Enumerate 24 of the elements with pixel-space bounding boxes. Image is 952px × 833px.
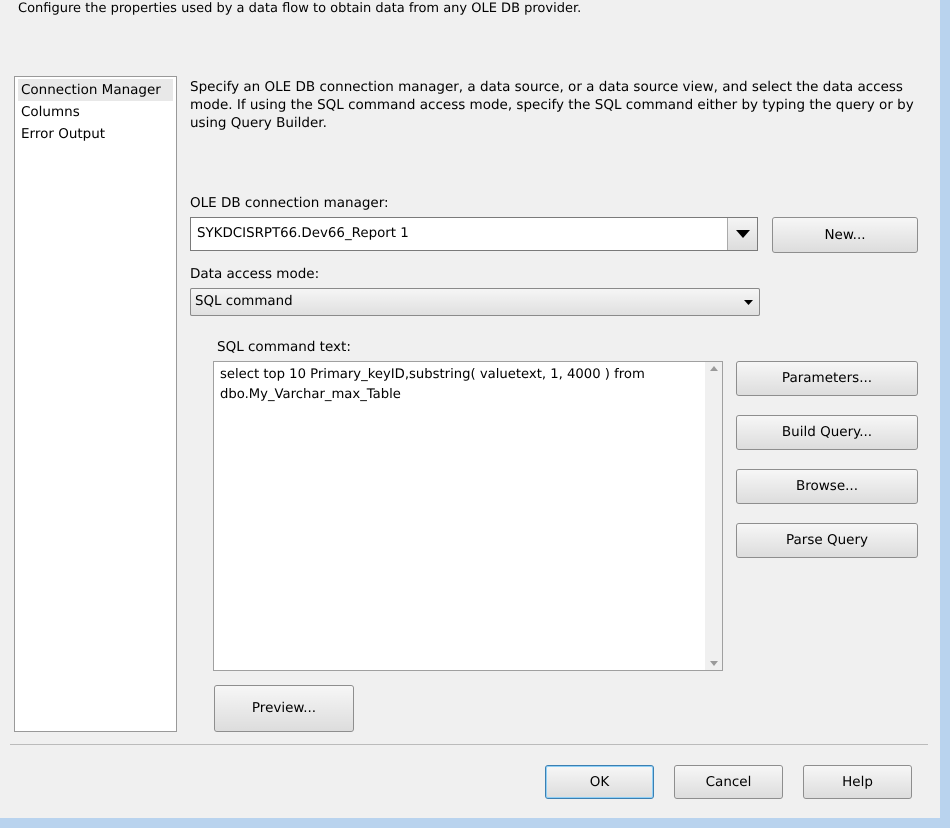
sidebar-item[interactable]: Columns [18, 101, 173, 123]
new-button[interactable]: New... [772, 217, 918, 253]
scroll-up-icon[interactable] [710, 366, 718, 371]
dropdown-arrow-icon [744, 300, 753, 304]
dialog-button[interactable]: Cancel [674, 765, 783, 799]
field-label: OLE DB connection manager: [190, 194, 390, 212]
dialog-description: Configure the properties used by a data flow to obtain data from any OLE DB provider. [18, 0, 582, 18]
sql-action-button[interactable]: Parse Query [736, 523, 918, 558]
field-label: Data access mode: [190, 265, 320, 283]
dialog-button[interactable]: Help [803, 765, 912, 799]
sidebar-item[interactable]: Connection Manager [18, 79, 173, 101]
instructions-text: Specify an OLE DB connection manager, a data source, or a data source view, and select the data access mode. If using the SQL command access mode, specify the SQL command either by typing the query or by using Query Builder. [190, 78, 915, 132]
sql-text-area[interactable]: select top 10 Primary_keyID,substring( valuetext, 1, 4000 ) from dbo.My_Varchar_max_Table [213, 361, 723, 671]
sql-action-button[interactable]: Browse... [736, 469, 918, 504]
dropdown-arrow-icon [736, 230, 750, 238]
access-mode-dropdown[interactable]: SQL command [190, 288, 760, 316]
sql-action-button[interactable]: Build Query... [736, 415, 918, 450]
dialog-button[interactable]: OK [545, 765, 654, 799]
preview-button[interactable]: Preview... [214, 685, 354, 732]
connection-dropdown[interactable]: SYKDCISRPT66.Dev66_Report 1 [190, 217, 758, 251]
sidebar-item[interactable]: Error Output [18, 123, 173, 145]
scroll-down-icon[interactable] [710, 661, 718, 666]
field-label: SQL command text: [217, 338, 352, 356]
sql-action-button[interactable]: Parameters... [736, 361, 918, 396]
